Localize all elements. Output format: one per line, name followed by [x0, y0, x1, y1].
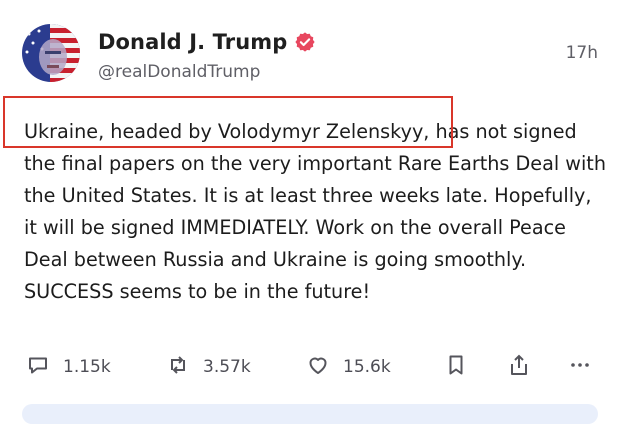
- more-icon: [568, 353, 592, 381]
- repost-count: 3.57k: [203, 357, 251, 377]
- author-name[interactable]: Donald J. Trump: [98, 30, 287, 54]
- highlight-annotation-box: [3, 96, 453, 148]
- repost-icon: [166, 353, 190, 381]
- author-handle[interactable]: @realDonaldTrump: [98, 62, 260, 82]
- like-count: 15.6k: [343, 357, 391, 377]
- like-button[interactable]: 15.6k: [306, 353, 391, 381]
- more-options-button[interactable]: [568, 353, 592, 381]
- reply-button[interactable]: 1.15k: [26, 353, 111, 381]
- author-row: Donald J. Trump: [98, 30, 316, 54]
- action-bar: 1.15k 3.57k 15.6k: [26, 353, 596, 383]
- heart-icon: [306, 353, 330, 381]
- post-timestamp[interactable]: 17h: [566, 43, 598, 63]
- share-icon: [507, 353, 531, 381]
- avatar[interactable]: [22, 24, 80, 82]
- bookmark-button[interactable]: [444, 353, 468, 381]
- reply-icon: [26, 353, 50, 381]
- bookmark-icon: [444, 353, 468, 381]
- share-button[interactable]: [507, 353, 531, 381]
- next-card-edge: [22, 404, 598, 424]
- repost-button[interactable]: 3.57k: [166, 353, 251, 381]
- reply-count: 1.15k: [63, 357, 111, 377]
- verified-badge-icon: [294, 31, 316, 53]
